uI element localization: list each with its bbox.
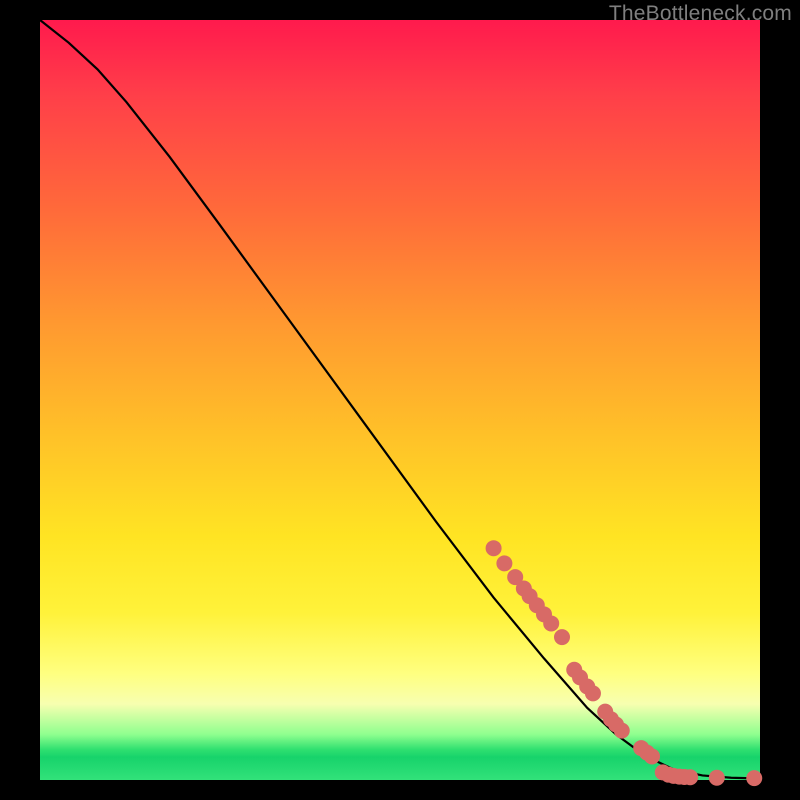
data-marker xyxy=(709,770,725,786)
data-marker xyxy=(746,770,762,786)
data-marker xyxy=(496,555,512,571)
chart-svg xyxy=(40,20,760,780)
chart-container: TheBottleneck.com xyxy=(0,0,800,800)
data-marker xyxy=(543,615,559,631)
curve-line xyxy=(40,20,760,778)
data-markers xyxy=(486,540,763,786)
data-marker xyxy=(644,748,660,764)
data-marker xyxy=(614,723,630,739)
data-marker xyxy=(554,629,570,645)
data-marker xyxy=(585,685,601,701)
data-marker xyxy=(486,540,502,556)
plot-area xyxy=(40,20,760,780)
data-marker xyxy=(682,769,698,785)
